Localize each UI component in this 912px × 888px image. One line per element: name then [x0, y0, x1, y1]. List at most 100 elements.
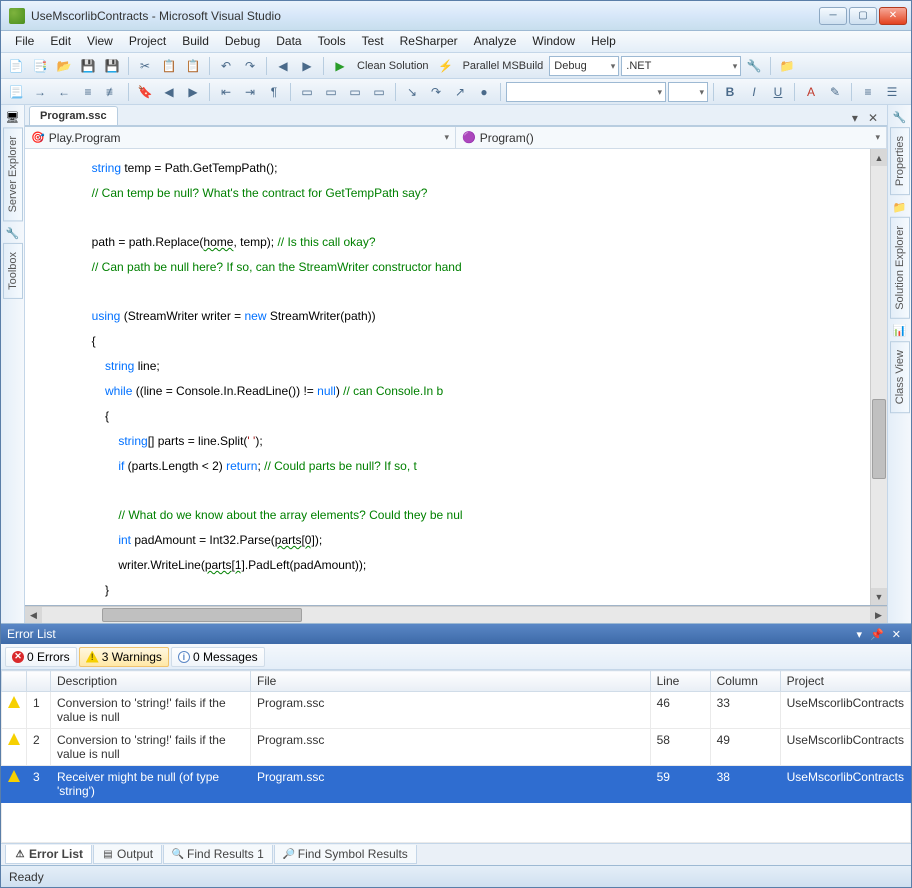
win2-button[interactable]: ▭: [320, 81, 342, 103]
menu-view[interactable]: View: [79, 31, 121, 52]
breakpoints-button[interactable]: ●: [473, 81, 495, 103]
tab-right-button[interactable]: ⇥: [239, 81, 261, 103]
tab-dropdown-button[interactable]: ▾: [847, 111, 863, 125]
minimize-button[interactable]: ─: [819, 7, 847, 25]
properties-tab[interactable]: Properties: [890, 127, 910, 195]
list-button[interactable]: ☰: [881, 81, 903, 103]
paste-button[interactable]: 📋: [182, 55, 204, 77]
table-row[interactable]: 1 Conversion to 'string!' fails if the v…: [2, 692, 911, 729]
errors-filter[interactable]: ✕0 Errors: [5, 647, 77, 667]
menu-analyze[interactable]: Analyze: [466, 31, 525, 52]
col-project[interactable]: Project: [780, 671, 910, 692]
parallel-msbuild-button[interactable]: Parallel MSBuild: [459, 60, 548, 72]
code-editor[interactable]: string temp = Path.GetTempPath(); // Can…: [25, 149, 887, 606]
tab-left-button[interactable]: ⇤: [215, 81, 237, 103]
col-file[interactable]: File: [251, 671, 651, 692]
menu-window[interactable]: Window: [524, 31, 583, 52]
col-column[interactable]: Column: [710, 671, 780, 692]
cut-button[interactable]: ✂: [134, 55, 156, 77]
redo-button[interactable]: ↷: [239, 55, 261, 77]
underline-button[interactable]: U: [767, 81, 789, 103]
copy-button[interactable]: 📋: [158, 55, 180, 77]
panel-close-button[interactable]: ✕: [888, 628, 905, 641]
table-row[interactable]: 2 Conversion to 'string!' fails if the v…: [2, 729, 911, 766]
vertical-scrollbar[interactable]: ▲ ▼: [870, 149, 887, 605]
toggle-bookmark-button[interactable]: 🔖: [134, 81, 156, 103]
tab-output[interactable]: ▤Output: [93, 845, 162, 864]
panel-pin-button[interactable]: 📌: [866, 628, 888, 641]
save-button[interactable]: 💾: [77, 55, 99, 77]
config-dropdown[interactable]: Debug: [549, 56, 619, 76]
new-project-button[interactable]: 📄: [5, 55, 27, 77]
menu-file[interactable]: File: [7, 31, 42, 52]
bold-button[interactable]: B: [719, 81, 741, 103]
menu-resharper[interactable]: ReSharper: [392, 31, 466, 52]
menu-build[interactable]: Build: [174, 31, 217, 52]
folder-button[interactable]: 📁: [776, 55, 798, 77]
horizontal-scrollbar[interactable]: ◀ ▶: [25, 606, 887, 623]
start-debug-button[interactable]: ▶: [329, 55, 351, 77]
indent-dec-button[interactable]: ←: [53, 81, 75, 103]
col-line[interactable]: Line: [650, 671, 710, 692]
menu-help[interactable]: Help: [583, 31, 624, 52]
prev-bookmark-button[interactable]: ◀: [158, 81, 180, 103]
member-dropdown[interactable]: 🟣Program(): [456, 127, 887, 148]
undo-button[interactable]: ↶: [215, 55, 237, 77]
win4-button[interactable]: ▭: [368, 81, 390, 103]
save-all-button[interactable]: 💾: [101, 55, 123, 77]
tab-find-results-1[interactable]: 🔍Find Results 1: [163, 845, 273, 864]
type-dropdown[interactable]: 🎯Play.Program: [25, 127, 456, 148]
nav-back-button[interactable]: ◀: [272, 55, 294, 77]
scroll-thumb[interactable]: [872, 399, 886, 479]
size-dropdown[interactable]: [668, 82, 708, 102]
table-row[interactable]: 3 Receiver might be null (of type 'strin…: [2, 766, 911, 803]
font-color-button[interactable]: A: [800, 81, 822, 103]
menu-data[interactable]: Data: [268, 31, 309, 52]
tab-error-list[interactable]: ⚠Error List: [5, 845, 92, 864]
format-button[interactable]: ¶: [263, 81, 285, 103]
menu-project[interactable]: Project: [121, 31, 174, 52]
hscroll-thumb[interactable]: [102, 608, 302, 622]
tab-find-symbol-results[interactable]: 🔎Find Symbol Results: [274, 845, 417, 864]
col-icon[interactable]: [2, 671, 27, 692]
member-list-button[interactable]: 📃: [5, 81, 27, 103]
indent-inc-button[interactable]: →: [29, 81, 51, 103]
next-bookmark-button[interactable]: ▶: [182, 81, 204, 103]
font-dropdown[interactable]: [506, 82, 666, 102]
add-item-button[interactable]: 📑: [29, 55, 51, 77]
uncomment-button[interactable]: ≢: [101, 81, 123, 103]
col-number[interactable]: [27, 671, 51, 692]
tab-close-button[interactable]: ✕: [863, 111, 883, 125]
solution-explorer-tab[interactable]: Solution Explorer: [890, 217, 910, 319]
step-over-button[interactable]: ↷: [425, 81, 447, 103]
warnings-filter[interactable]: !3 Warnings: [79, 647, 169, 667]
server-explorer-tab[interactable]: Server Explorer: [3, 127, 23, 221]
win3-button[interactable]: ▭: [344, 81, 366, 103]
scroll-right-icon[interactable]: ▶: [870, 607, 887, 623]
scroll-up-icon[interactable]: ▲: [871, 149, 887, 166]
platform-dropdown[interactable]: .NET: [621, 56, 741, 76]
step-into-button[interactable]: ↘: [401, 81, 423, 103]
document-tab[interactable]: Program.ssc: [29, 106, 118, 125]
scroll-down-icon[interactable]: ▼: [871, 588, 887, 605]
col-description[interactable]: Description: [51, 671, 251, 692]
comment-button[interactable]: ≡: [77, 81, 99, 103]
messages-filter[interactable]: i0 Messages: [171, 647, 265, 667]
menu-test[interactable]: Test: [354, 31, 392, 52]
clean-solution-button[interactable]: Clean Solution: [353, 60, 433, 72]
toolbox-tab[interactable]: Toolbox: [3, 243, 23, 299]
highlight-button[interactable]: ✎: [824, 81, 846, 103]
scroll-left-icon[interactable]: ◀: [25, 607, 42, 623]
step-out-button[interactable]: ↗: [449, 81, 471, 103]
italic-button[interactable]: I: [743, 81, 765, 103]
win1-button[interactable]: ▭: [296, 81, 318, 103]
align-left-button[interactable]: ≡: [857, 81, 879, 103]
panel-dropdown-button[interactable]: ▾: [853, 628, 867, 641]
open-button[interactable]: 📂: [53, 55, 75, 77]
nav-fwd-button[interactable]: ▶: [296, 55, 318, 77]
menu-edit[interactable]: Edit: [42, 31, 79, 52]
properties-button[interactable]: 🔧: [743, 55, 765, 77]
menu-tools[interactable]: Tools: [310, 31, 354, 52]
class-view-tab[interactable]: Class View: [890, 341, 910, 413]
menu-debug[interactable]: Debug: [217, 31, 268, 52]
